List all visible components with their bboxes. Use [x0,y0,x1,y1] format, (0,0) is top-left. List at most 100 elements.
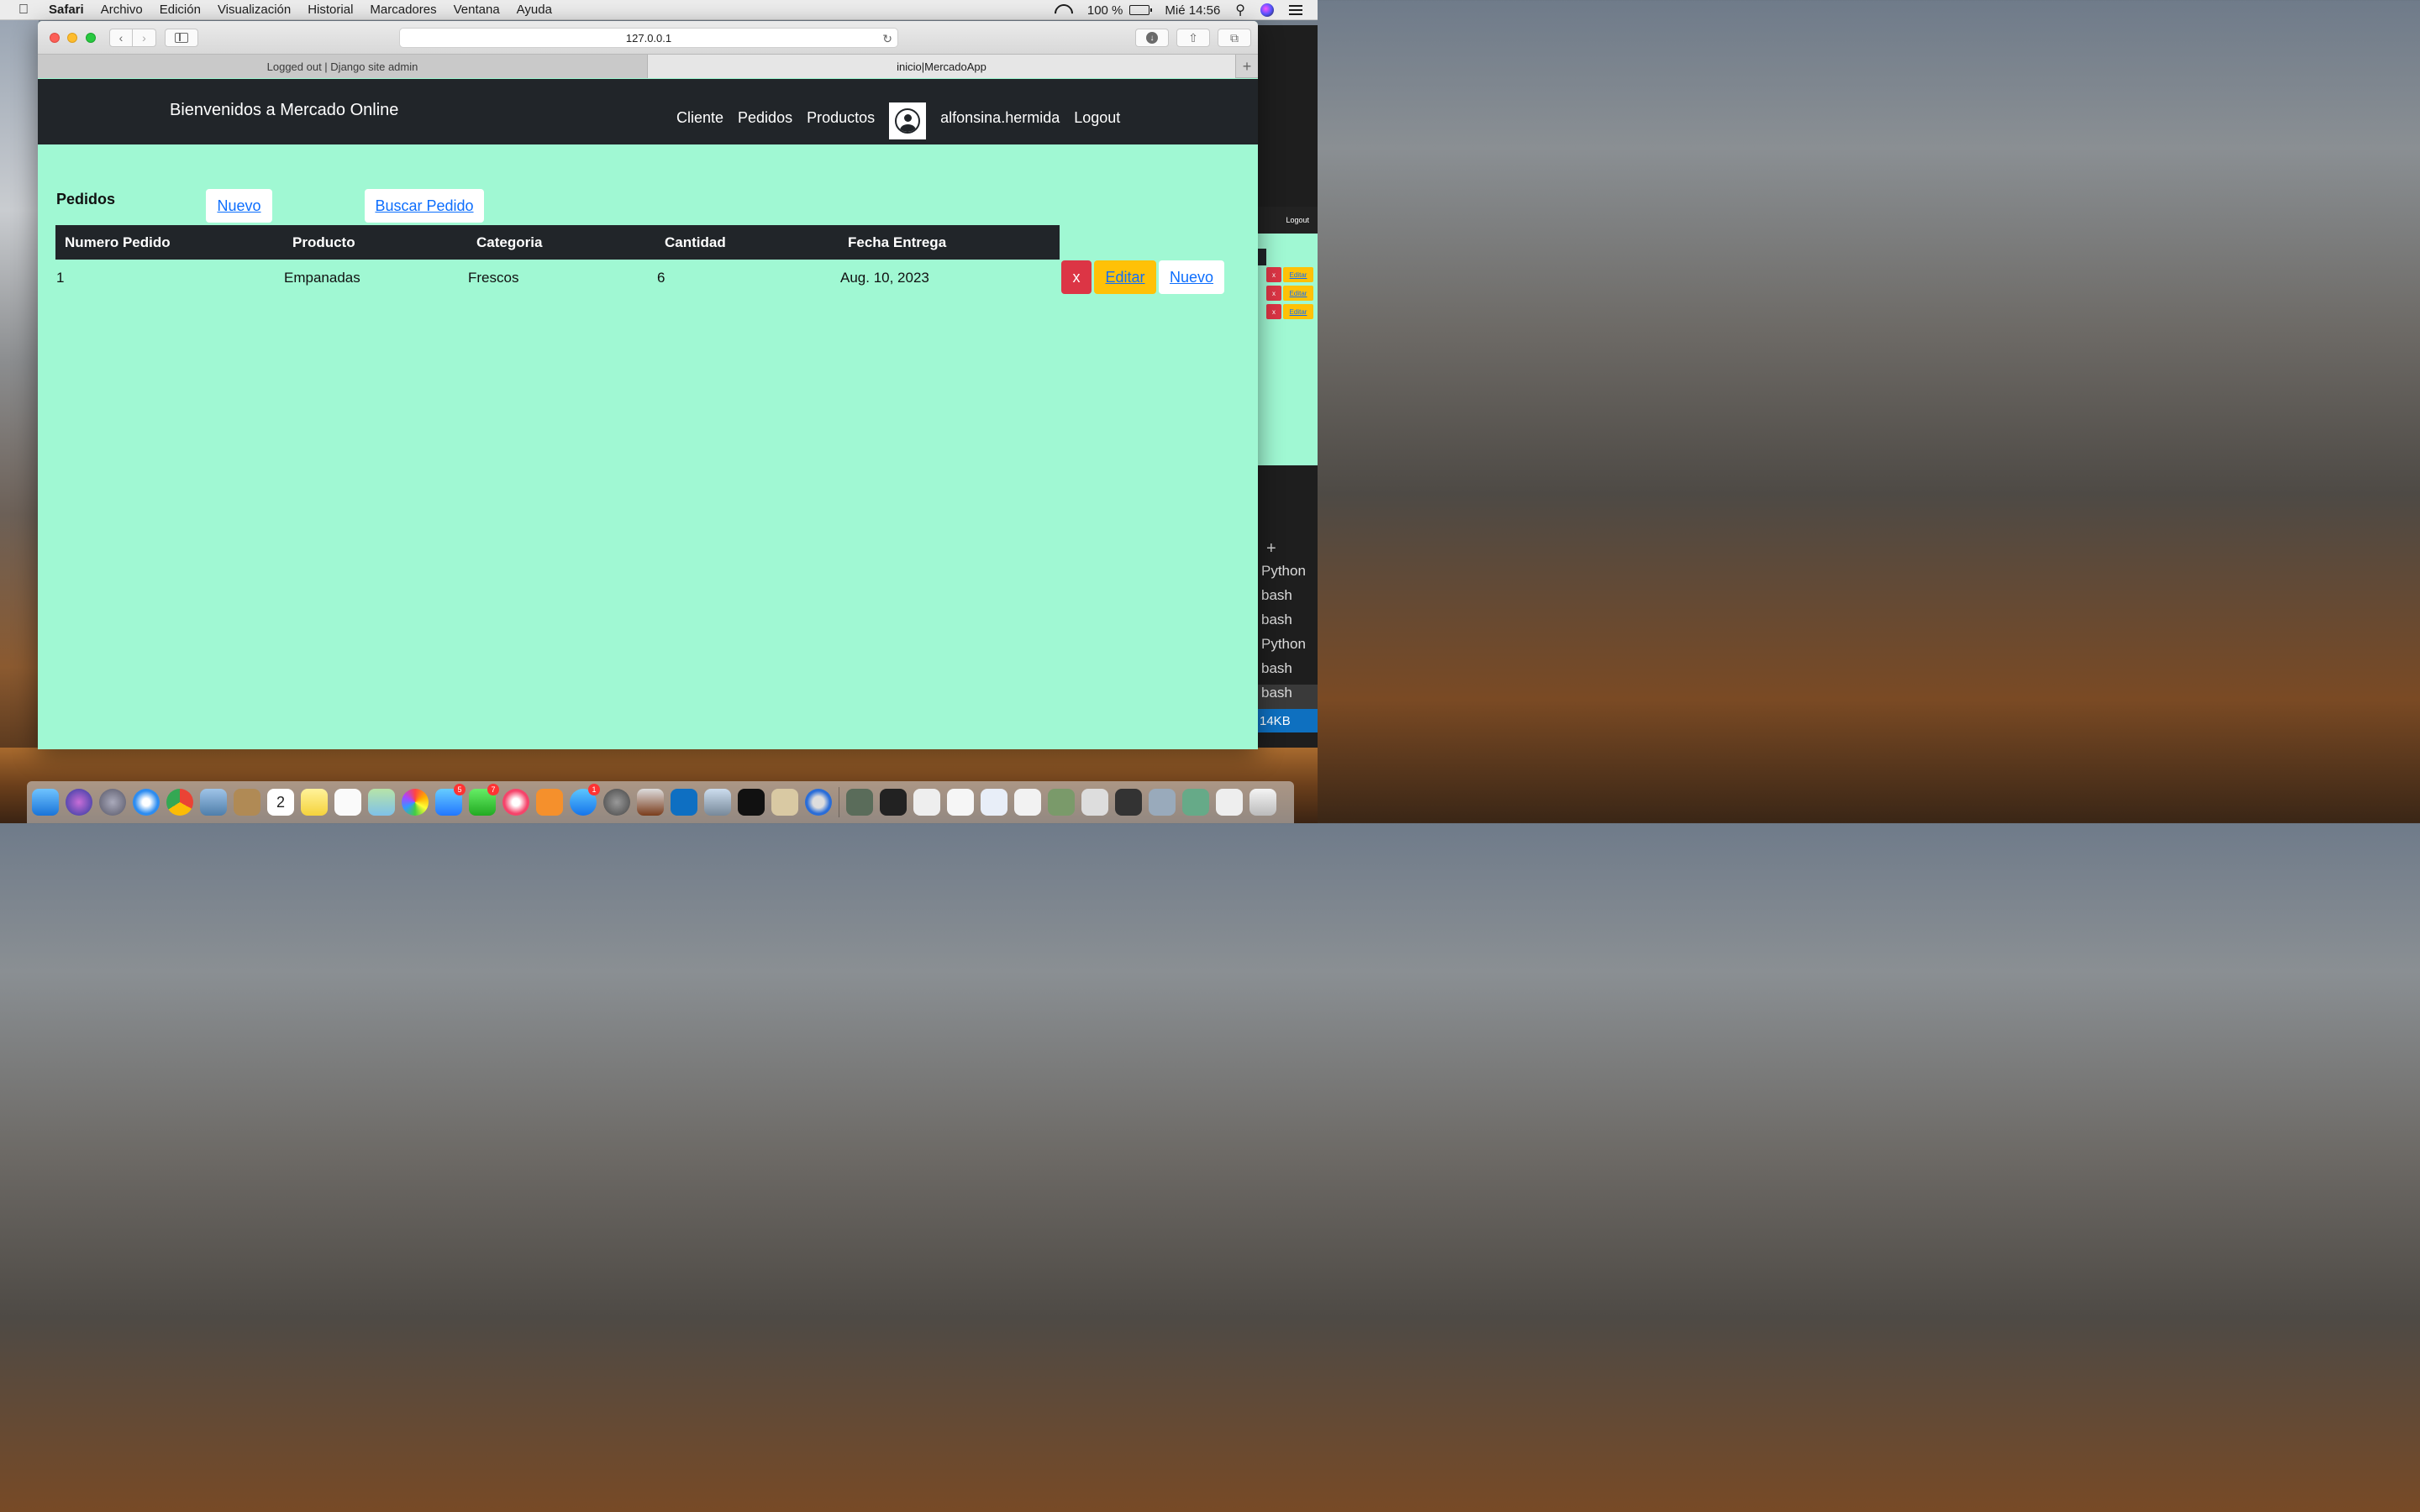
reminders-icon[interactable] [334,789,361,816]
document-thumbnail-icon[interactable] [1081,789,1108,816]
menu-ventana[interactable]: Ventana [454,3,500,17]
launchpad-icon[interactable] [99,789,126,816]
document-thumbnail-icon[interactable] [1182,789,1209,816]
menu-ayuda[interactable]: Ayuda [517,3,552,17]
document-thumbnail-icon[interactable] [880,789,907,816]
menu-edicion[interactable]: Edición [160,3,201,17]
apple-menu-icon[interactable]:  [18,3,35,18]
terminal-tab[interactable]: Python [1258,636,1318,660]
document-thumbnail-icon[interactable] [1014,789,1041,816]
page-title: Pedidos [56,191,116,207]
row-new-button[interactable]: Nuevo [1159,260,1224,294]
menu-marcadores[interactable]: Marcadores [370,3,436,17]
menu-archivo[interactable]: Archivo [101,3,143,17]
nav-link-productos[interactable]: Productos [807,109,875,127]
spotlight-search-icon[interactable]: ⚲ [1235,2,1245,18]
mail-icon[interactable] [200,789,227,816]
cell-cantidad: 6 [657,270,666,286]
terminal-tab[interactable]: bash [1258,685,1318,709]
delete-order-button[interactable]: x [1061,260,1092,294]
terminal-tab[interactable]: Python [1258,563,1318,587]
tab-overview-button[interactable]: ⧉ [1218,29,1251,47]
back-button[interactable]: ‹ [109,29,133,47]
music-icon[interactable] [502,789,529,816]
wifi-icon[interactable] [1054,4,1072,16]
minimize-window-button[interactable] [67,33,77,43]
terminal-icon[interactable] [738,789,765,816]
notes-icon[interactable] [301,789,328,816]
menu-visualizacion[interactable]: Visualización [218,3,291,17]
chevron-right-icon: › [142,31,146,45]
facetime-icon[interactable]: 7 [469,784,499,816]
battery-icon[interactable] [1129,5,1153,15]
tab-django-admin[interactable]: Logged out | Django site admin [38,55,648,78]
desktop-wallpaper [0,20,39,781]
download-icon: ↓ [1146,32,1158,44]
nav-link-pedidos[interactable]: Pedidos [738,109,792,127]
add-terminal-icon[interactable]: + [1258,539,1318,563]
trash-icon[interactable] [1249,789,1276,816]
reload-icon[interactable]: ↻ [882,32,892,46]
siri-icon[interactable] [1260,3,1274,17]
terminal-tab[interactable]: bash [1258,587,1318,612]
document-thumbnail-icon[interactable] [1216,789,1243,816]
notification-center-icon[interactable] [1289,5,1302,15]
document-thumbnail-icon[interactable] [1048,789,1075,816]
document-thumbnail-icon[interactable] [1149,789,1176,816]
background-row-actions: x Editar [1266,267,1313,282]
new-tab-button[interactable]: + [1236,55,1258,78]
address-bar[interactable]: 127.0.0.1 ↻ [399,28,898,48]
preview-icon[interactable] [704,789,731,816]
messages-icon[interactable]: 5 [435,784,466,816]
nav-links: Cliente Pedidos Productos alfonsina.herm… [676,96,1134,139]
maximize-window-button[interactable] [86,33,96,43]
calendar-icon[interactable]: 2 [267,789,294,816]
contacts-icon[interactable] [234,789,260,816]
document-thumbnail-icon[interactable] [947,789,974,816]
siri-icon[interactable] [66,789,92,816]
table-header: Numero Pedido Producto Categoria Cantida… [55,225,1060,260]
quicktime-icon[interactable] [805,789,832,816]
row-actions: x Editar Nuevo [1061,260,1224,294]
chrome-icon[interactable] [166,789,193,816]
system-preferences-icon[interactable] [603,789,630,816]
app-store-icon[interactable]: 1 [570,784,600,816]
document-thumbnail-icon[interactable] [913,789,940,816]
site-brand[interactable]: Bienvenidos a Mercado Online [170,101,398,120]
background-row-actions: x Editar [1266,286,1313,301]
browser-toolbar: ‹ › 127.0.0.1 ↻ ↓ ⇧ ⧉ [38,21,1258,55]
clock[interactable]: Mié 14:56 [1165,3,1220,18]
document-thumbnail-icon[interactable] [846,789,873,816]
close-window-button[interactable] [50,33,60,43]
column-header-categoria: Categoria [476,234,543,250]
keychain-icon[interactable] [771,789,798,816]
dock: 2 5 7 1 [27,781,1294,823]
safari-icon[interactable] [133,789,160,816]
edit-order-button[interactable]: Editar [1094,260,1156,294]
app-menu[interactable]: Safari [49,3,84,17]
tab-mercadoapp[interactable]: inicio|MercadoApp [648,55,1236,78]
document-thumbnail-icon[interactable] [981,789,1007,816]
nav-logout[interactable]: Logout [1074,109,1120,127]
books-icon[interactable] [536,789,563,816]
forward-button[interactable]: › [133,29,156,47]
sidebar-toggle-button[interactable] [165,29,198,47]
cell-numero: 1 [56,270,65,286]
photos-icon[interactable] [402,789,429,816]
cell-categoria: Frescos [468,270,519,286]
maps-icon[interactable] [368,789,395,816]
avatar[interactable] [889,102,927,139]
terminal-tab[interactable]: bash [1258,660,1318,685]
installer-icon[interactable] [637,789,664,816]
document-thumbnail-icon[interactable] [1115,789,1142,816]
nav-link-cliente[interactable]: Cliente [676,109,723,127]
vscode-icon[interactable] [671,789,697,816]
share-button[interactable]: ⇧ [1176,29,1210,47]
finder-icon[interactable] [32,789,59,816]
nav-username[interactable]: alfonsina.hermida [940,109,1060,127]
terminal-tab[interactable]: bash [1258,612,1318,636]
downloads-button[interactable]: ↓ [1135,29,1169,47]
menu-historial[interactable]: Historial [308,3,353,17]
search-order-button[interactable]: Buscar Pedido [365,189,484,223]
new-order-button[interactable]: Nuevo [206,189,272,223]
